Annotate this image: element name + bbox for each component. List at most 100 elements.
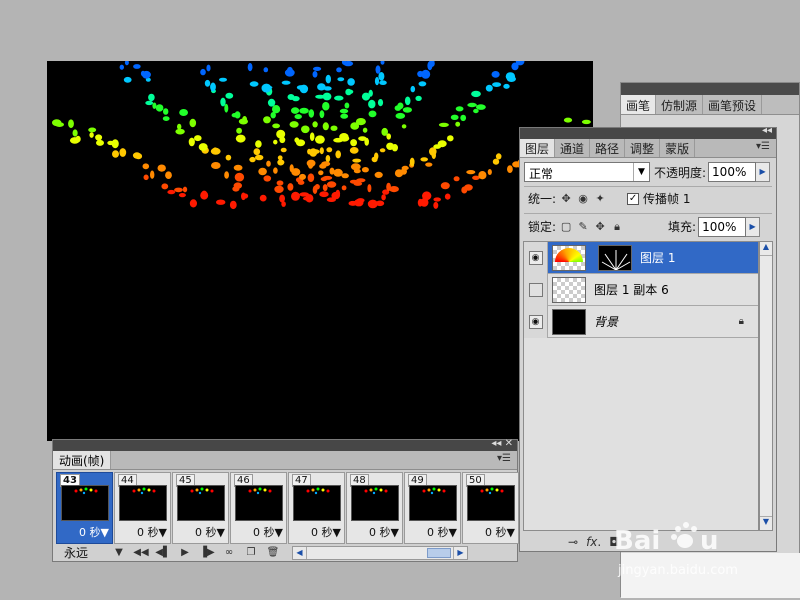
panel-menu-icon[interactable]: ▾☰ xyxy=(497,453,511,464)
firework-particle xyxy=(231,113,238,118)
duplicate-frame-icon[interactable]: ❐ xyxy=(242,547,260,558)
firework-particle xyxy=(123,76,132,83)
firework-particle xyxy=(362,127,368,133)
collapse-close-icon[interactable]: ◂◂ ✕ xyxy=(491,438,513,449)
frame-duration-select[interactable]: 0 秒▼ xyxy=(137,524,167,540)
animation-frame[interactable]: 45 0 秒▼ xyxy=(172,472,229,544)
scroll-up-icon[interactable]: ▲ xyxy=(760,242,772,256)
previous-frame-icon[interactable]: ◀▌ xyxy=(154,547,172,558)
firework-particle xyxy=(378,72,385,81)
animation-frame[interactable]: 43 0 秒▼ xyxy=(56,472,113,544)
animation-frame[interactable]: 47 0 秒▼ xyxy=(288,472,345,544)
unify-visibility-icon[interactable]: ◉ xyxy=(576,192,590,206)
fill-slider-button[interactable]: ▶ xyxy=(746,216,761,237)
firework-particle xyxy=(313,66,322,71)
layer-thumbnail xyxy=(552,244,586,271)
firework-particle xyxy=(211,162,221,169)
frame-duration-select[interactable]: 0 秒▼ xyxy=(427,524,457,540)
tab-paths[interactable]: 路径 xyxy=(590,139,626,157)
firework-particle xyxy=(389,186,399,193)
collapse-icon[interactable]: ◂◂ xyxy=(762,125,772,136)
propagate-frame-checkbox[interactable]: ✓ xyxy=(627,192,640,205)
first-frame-icon[interactable]: ◀◀ xyxy=(132,547,150,558)
frame-duration-select[interactable]: 0 秒▼ xyxy=(195,524,225,540)
tab-adjustments[interactable]: 调整 xyxy=(625,139,661,157)
firework-particle xyxy=(52,119,62,127)
tab-channels[interactable]: 通道 xyxy=(555,139,591,157)
visibility-toggle[interactable]: ◉ xyxy=(524,305,548,338)
firework-particle xyxy=(391,144,398,152)
visibility-toggle[interactable] xyxy=(524,273,548,306)
next-frame-icon[interactable]: ▐▶ xyxy=(198,547,216,558)
layers-panel-titlebar[interactable]: ◂◂ xyxy=(520,125,776,139)
firework-particle xyxy=(249,81,259,87)
scroll-right-icon[interactable]: ▶ xyxy=(453,546,467,559)
layer-mask-thumbnail[interactable] xyxy=(598,244,632,271)
animation-frame[interactable]: 44 0 秒▼ xyxy=(114,472,171,544)
firework-particle xyxy=(341,185,347,191)
loop-select[interactable]: 永远 xyxy=(56,544,106,561)
frame-duration-select[interactable]: 0 秒▼ xyxy=(253,524,283,540)
fx-icon[interactable]: fx. xyxy=(586,535,601,549)
animation-frame[interactable]: 48 0 秒▼ xyxy=(346,472,403,544)
opacity-slider-button[interactable]: ▶ xyxy=(756,162,771,182)
firework-particle xyxy=(340,113,349,119)
layer-row[interactable]: ◉ 背景 🔒︎ xyxy=(524,305,758,338)
firework-particle xyxy=(478,171,487,180)
animation-frame[interactable]: 46 0 秒▼ xyxy=(230,472,287,544)
firework-particle xyxy=(267,98,276,107)
firework-particle xyxy=(133,64,141,69)
tween-icon[interactable]: ∞ xyxy=(220,547,238,558)
firework-particle xyxy=(272,123,280,129)
frames-scrollbar[interactable]: ◀ ▶ xyxy=(292,545,468,560)
delete-frame-icon[interactable]: 🗑︎ xyxy=(264,547,282,558)
document-canvas[interactable] xyxy=(47,61,593,441)
opacity-input[interactable]: 100% xyxy=(708,162,757,182)
tab-masks[interactable]: 蒙版 xyxy=(660,139,696,157)
animation-panel-titlebar[interactable]: ◂◂ ✕ xyxy=(53,438,517,451)
frame-duration-select[interactable]: 0 秒▼ xyxy=(485,524,515,540)
firework-particle xyxy=(162,116,170,121)
panel-menu-icon[interactable]: ▾☰ xyxy=(756,141,770,152)
frame-duration-select[interactable]: 0 秒▼ xyxy=(311,524,341,540)
brush-panel-titlebar[interactable] xyxy=(621,83,799,95)
tab-brush[interactable]: 画笔 xyxy=(621,95,657,114)
firework-particle xyxy=(433,201,439,209)
scroll-left-icon[interactable]: ◀ xyxy=(293,546,307,559)
tab-brush-presets[interactable]: 画笔预设 xyxy=(703,95,763,114)
firework-particle xyxy=(315,94,326,99)
lock-move-icon[interactable]: ✥ xyxy=(593,220,607,234)
animation-frame[interactable]: 49 0 秒▼ xyxy=(404,472,461,544)
chevron-down-icon[interactable]: ▼ xyxy=(110,547,128,558)
firework-particle xyxy=(95,134,103,141)
scroll-thumb[interactable] xyxy=(427,547,451,558)
firework-particle xyxy=(437,140,447,148)
firework-particle xyxy=(361,167,369,173)
lock-all-icon[interactable]: 🔒︎ xyxy=(610,220,624,234)
firework-particle xyxy=(321,161,331,167)
layers-scrollbar[interactable]: ▲ ▼ xyxy=(759,241,773,531)
unify-style-icon[interactable]: ✦ xyxy=(593,192,607,206)
frame-thumbnail xyxy=(235,485,283,521)
lock-brush-icon[interactable]: ✎ xyxy=(576,220,590,234)
frame-duration-select[interactable]: 0 秒▼ xyxy=(369,524,399,540)
lock-transparent-icon[interactable]: ▢ xyxy=(559,220,573,234)
layer-row[interactable]: 图层 1 副本 6 xyxy=(524,273,758,306)
link-icon[interactable]: ⊸ xyxy=(568,535,578,549)
tab-animation-frames[interactable]: 动画(帧) xyxy=(53,451,112,469)
firework-particle xyxy=(322,122,329,131)
animation-frame[interactable]: 50 0 秒▼ xyxy=(462,472,519,544)
unify-position-icon[interactable]: ✥ xyxy=(559,192,573,206)
firework-particle xyxy=(297,180,305,185)
blend-mode-select[interactable]: 正常 ▼ xyxy=(524,162,650,182)
play-icon[interactable]: ▶ xyxy=(176,547,194,558)
tab-layers[interactable]: 图层 xyxy=(520,139,556,157)
frame-duration-select[interactable]: 0 秒▼ xyxy=(79,524,109,540)
layer-name: 图层 1 副本 6 xyxy=(594,283,669,297)
layer-row[interactable]: ◉ 图层 1 xyxy=(524,241,758,274)
tab-clone-source[interactable]: 仿制源 xyxy=(656,95,704,114)
fill-input[interactable]: 100% xyxy=(698,216,747,237)
visibility-toggle[interactable]: ◉ xyxy=(524,241,548,274)
firework-particle xyxy=(330,125,338,131)
firework-particle xyxy=(352,158,362,163)
